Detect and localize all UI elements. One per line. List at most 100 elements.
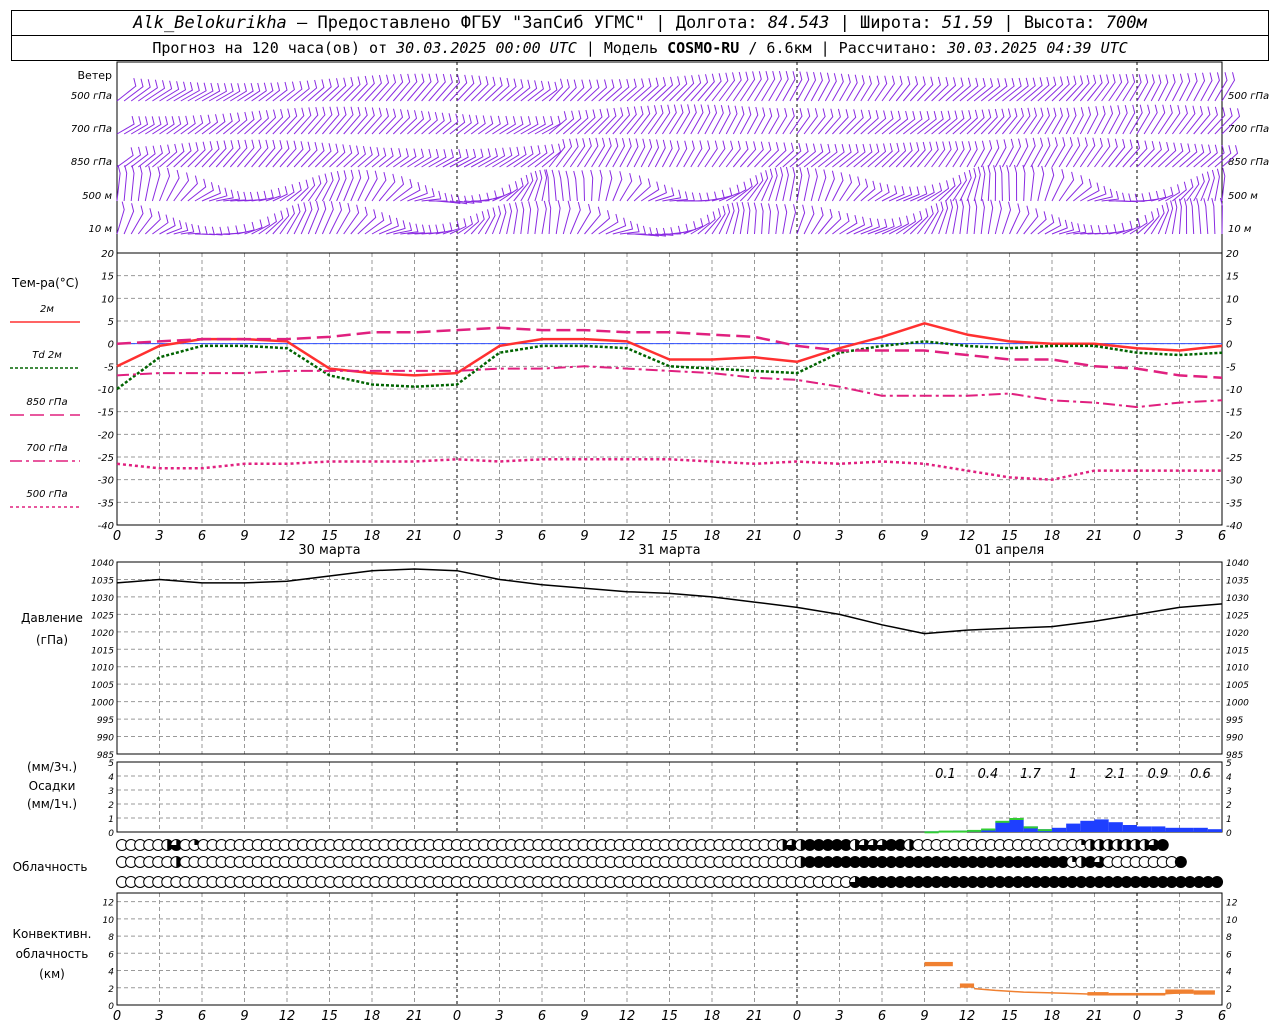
precip-tick-right: 0: [1226, 829, 1232, 839]
wind-barb: [654, 139, 666, 168]
wind-barb: [138, 79, 158, 102]
wind-barb: [839, 109, 857, 135]
temp-tick-left: -10: [98, 385, 114, 396]
temp-xtick: 0: [793, 529, 801, 544]
convective-tick-right: 6: [1226, 950, 1232, 960]
wind-barb: [286, 80, 303, 102]
pressure-tick-left: 1010: [91, 664, 114, 674]
wind-barb: [1037, 165, 1045, 202]
precip-tick-left: 4: [108, 773, 114, 783]
wind-barb: [605, 79, 622, 102]
precip-tick-left: 2: [108, 801, 114, 811]
wind-barb: [966, 141, 978, 168]
temp-xtick: 18: [1044, 529, 1061, 544]
wind-barb: [817, 169, 827, 202]
wind-barbs-group: [116, 70, 1241, 237]
wind-barb: [545, 169, 550, 202]
pressure-tick-right: 1020: [1226, 629, 1249, 639]
wind-barb: [1009, 77, 1029, 102]
wind-barb: [130, 79, 151, 102]
pressure-tick-left: 995: [97, 716, 114, 726]
wind-barb: [385, 148, 402, 168]
wind-barb: [499, 116, 516, 135]
precip-bar-3h: [1137, 826, 1152, 832]
precip-bar-3h: [995, 822, 1010, 832]
precip-bar-1h: [952, 830, 967, 833]
wind-barb: [739, 175, 759, 202]
convective-xtick: 3: [835, 1009, 843, 1024]
wind-barb: [987, 165, 991, 202]
wind-barb: [1080, 182, 1100, 202]
wind-barb: [917, 110, 937, 135]
wind-barb: [116, 147, 134, 168]
temp-tick-left: -20: [98, 430, 114, 441]
wind-barb: [343, 204, 360, 235]
wind-barb: [902, 210, 923, 235]
temp-tick-right: -15: [1226, 408, 1242, 419]
temp-tick-left: -25: [98, 453, 114, 464]
wind-barb: [116, 201, 125, 235]
pressure-tick-left: 1020: [91, 629, 114, 639]
wind-barb: [569, 201, 581, 235]
temp-xtick: 18: [364, 529, 381, 544]
pressure-tick-left: 1025: [91, 611, 114, 621]
precip-tick-right: 1: [1226, 815, 1232, 825]
temp-xtick: 6: [198, 529, 206, 544]
precip-bar-3h: [1179, 827, 1194, 832]
precip-tick-right: 3: [1226, 787, 1232, 797]
pressure-tick-left: 990: [97, 734, 114, 744]
wind-barb: [824, 108, 841, 135]
wind-barb: [499, 204, 507, 235]
pressure-tick-right: 1015: [1226, 646, 1249, 656]
precip-tick-right: 2: [1226, 801, 1232, 811]
wind-barb: [1183, 198, 1188, 235]
wind-barb: [732, 140, 749, 168]
convective-xtick: 0: [453, 1009, 461, 1024]
temp-tick-left: -30: [98, 476, 114, 487]
pressure-tick-left: 1040: [91, 559, 114, 569]
wind-barb: [265, 82, 281, 102]
wind-barb: [598, 169, 603, 202]
convective-xtick: 12: [959, 1009, 976, 1024]
wind-barb: [470, 115, 486, 135]
convective-xtick: 21: [746, 1009, 763, 1024]
wind-barb: [789, 71, 803, 102]
wind-level-label-right: 500 м: [1228, 191, 1258, 202]
wind-barb: [768, 203, 772, 235]
wind-barb: [414, 148, 432, 168]
convective-tick-right: 8: [1226, 933, 1232, 943]
convective-xtick: 9: [920, 1009, 928, 1024]
precip-bar-1h: [938, 830, 953, 833]
wind-barb: [1023, 208, 1039, 235]
temp-xtick: 0: [113, 529, 121, 544]
wind-barb: [576, 137, 592, 168]
wind-barb: [1179, 105, 1196, 135]
wind-barb: [485, 115, 501, 135]
wind-barb: [980, 165, 986, 202]
wind-barb: [959, 169, 972, 202]
wind-barb: [924, 110, 944, 135]
convective-xtick: 6: [1218, 1009, 1226, 1024]
wind-barb: [626, 175, 642, 202]
cloud-cover-symbol: [1211, 876, 1224, 888]
precip-ylabel-3h: (мм/3ч.): [27, 760, 77, 774]
wind-barb: [400, 148, 417, 168]
wind-barb: [1044, 167, 1055, 202]
wind-barb: [789, 204, 797, 235]
wind-barb: [581, 170, 585, 202]
temp-tick-left: 10: [101, 294, 114, 305]
wind-barb: [697, 211, 716, 235]
wind-barb: [1214, 72, 1228, 102]
wind-barb: [817, 208, 833, 235]
wind-barb: [548, 138, 566, 168]
pressure-tick-right: 1010: [1226, 664, 1249, 674]
temp-tick-right: 10: [1226, 294, 1239, 305]
precip-tick-left: 0: [108, 829, 114, 839]
convective-xtick: 21: [406, 1009, 423, 1024]
wind-barb: [598, 107, 617, 135]
wind-barb: [371, 147, 387, 168]
wind-barb: [1211, 197, 1216, 235]
wind-barb: [1094, 138, 1111, 168]
wind-barb: [534, 200, 539, 235]
pressure-tick-right: 1005: [1226, 681, 1249, 691]
